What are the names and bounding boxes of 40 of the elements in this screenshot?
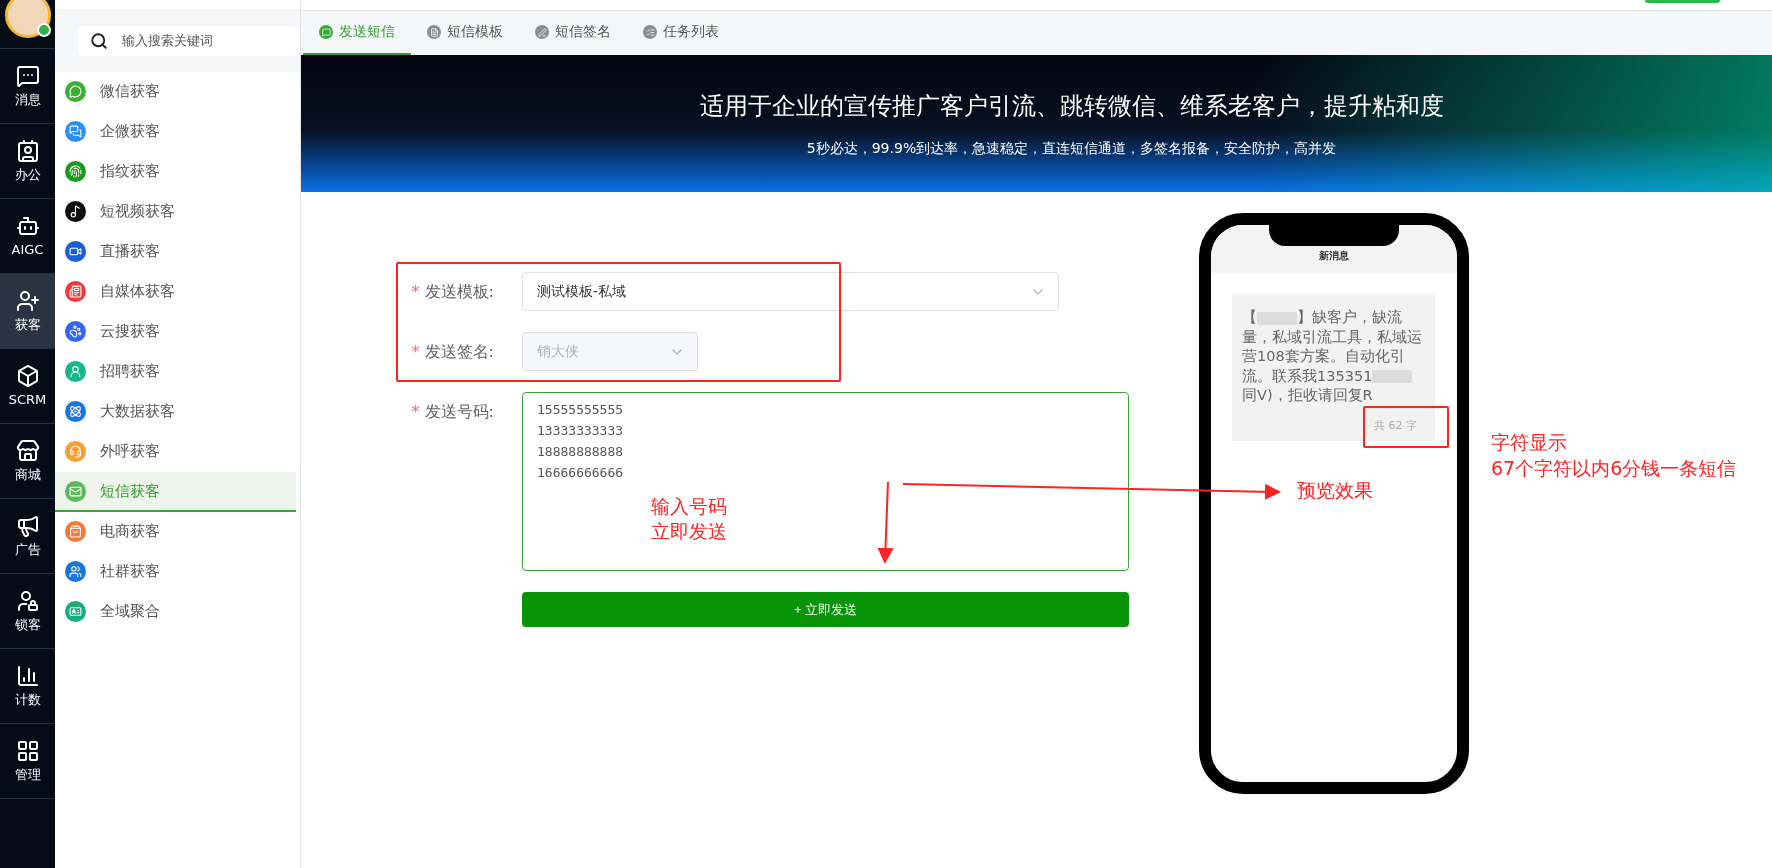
search-field[interactable]: 输入搜索关键词	[78, 25, 300, 56]
rail-nav-item[interactable]: 商城	[0, 424, 55, 499]
banner-title: 适用于企业的宣传推广客户引流、跳转微信、维系老客户，提升粘和度	[699, 90, 1444, 122]
sidebar-item[interactable]: 企微获客	[55, 112, 296, 152]
field-label: * 发送号码:	[410, 401, 495, 423]
sidebar-item[interactable]: 指纹获客	[55, 152, 296, 192]
sidebar-item[interactable]: 微信获客	[55, 72, 296, 112]
field-label: * 发送签名:	[410, 341, 495, 363]
character-count: 共 62 字	[1374, 417, 1417, 433]
rail-nav-item[interactable]: 计数	[0, 649, 55, 724]
banner-subtitle: 5秒必达，99.9%到达率，急速稳定，直连短信通道，多签名报备，安全防护，高并发	[806, 139, 1337, 158]
rail-nav-item[interactable]: 获客	[0, 274, 55, 349]
sidebar-item[interactable]: 云搜获客	[55, 312, 296, 352]
select-field[interactable]: 测试模板-私域	[522, 272, 1059, 311]
sidebar-item[interactable]: 招聘获客	[55, 352, 296, 392]
rail-nav-item[interactable]: 办公	[0, 124, 55, 199]
annotation-text: 立即发送	[651, 519, 727, 544]
annotation-text: 输入号码	[651, 494, 727, 519]
tab[interactable]: 短信模板	[411, 11, 519, 55]
field-label: * 发送模板:	[410, 281, 495, 303]
sidebar-item[interactable]: 短视频获客	[55, 192, 296, 232]
rail-nav-item[interactable]: 管理	[0, 724, 55, 799]
rail-nav-item[interactable]: 消息	[0, 49, 55, 124]
sidebar-item[interactable]: 自媒体获客	[55, 272, 296, 312]
sidebar-item[interactable]: 全域聚合	[55, 592, 296, 632]
sidebar-item[interactable]: 大数据获客	[55, 392, 296, 432]
message-text: 【 】缺客户，缺流量，私域引流工具，私域运营108套方案。自动化引流。联系我135351 同V)，拒收请回复R	[1242, 308, 1423, 405]
tab[interactable]: 任务列表	[627, 11, 735, 55]
send-button[interactable]: + 立即发送	[522, 592, 1129, 627]
rail-nav-item[interactable]: 锁客	[0, 574, 55, 649]
sidebar-item[interactable]: 外呼获客	[55, 432, 296, 472]
sidebar-item[interactable]: 社群获客	[55, 552, 296, 592]
annotation-text: 字符显示	[1491, 430, 1567, 455]
annotation-text: 预览效果	[1297, 478, 1373, 503]
sidebar-item[interactable]: 电商获客	[55, 512, 296, 552]
rail-nav-item[interactable]: SCRM	[0, 349, 55, 424]
sidebar-item[interactable]: 直播获客	[55, 232, 296, 272]
annotation-text: 67个字符以内6分钱一条短信	[1491, 456, 1737, 481]
rail-nav-item[interactable]: 广告	[0, 499, 55, 574]
tab[interactable]: 短信签名	[519, 11, 627, 55]
